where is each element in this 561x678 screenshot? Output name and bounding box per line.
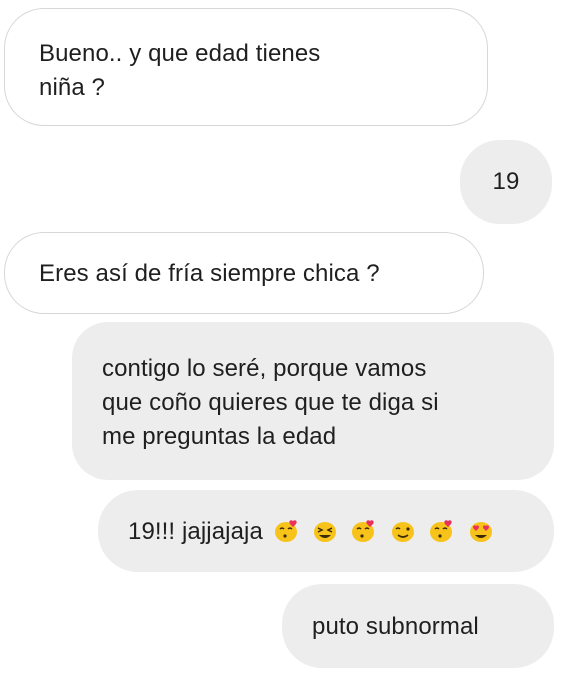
message-text-line-2: que coño quieres que te diga si	[102, 389, 439, 416]
winking-emoji-icon	[392, 522, 415, 543]
message-text-line-3: me preguntas la edad	[102, 423, 337, 450]
emoji-row	[274, 514, 500, 548]
message-text: 19	[492, 168, 520, 195]
incoming-message-bubble[interactable]: Eres así de fría siempre chica ?	[4, 232, 484, 314]
message-text-line-1: contigo lo seré, porque vamos	[102, 355, 427, 382]
outgoing-message-bubble[interactable]: puto subnormal	[282, 584, 554, 668]
message-text: Bueno.. y que edad tienes	[39, 40, 321, 67]
message-text: Eres así de fría siempre chica ?	[39, 260, 380, 287]
outgoing-message-bubble[interactable]: 19!!! jajjajaja	[98, 490, 554, 572]
message-text: puto subnormal	[312, 613, 479, 640]
grinning-squint-emoji-icon	[314, 522, 337, 543]
message-text: 19!!! jajjajaja	[128, 518, 263, 545]
incoming-message-bubble[interactable]: Bueno.. y que edad tienes niña ?	[4, 8, 488, 126]
outgoing-message-bubble[interactable]: contigo lo seré, porque vamos que coño q…	[72, 322, 554, 480]
blowing-kiss-emoji-icon	[352, 520, 375, 543]
blowing-kiss-emoji-icon	[274, 520, 297, 543]
message-text-line-2: niña ?	[39, 74, 105, 101]
chat-thread: Bueno.. y que edad tienes niña ? 19 Eres…	[0, 0, 561, 678]
outgoing-message-bubble[interactable]: 19	[460, 140, 552, 224]
heart-eyes-emoji-icon	[469, 522, 492, 543]
blowing-kiss-emoji-icon	[429, 520, 452, 543]
